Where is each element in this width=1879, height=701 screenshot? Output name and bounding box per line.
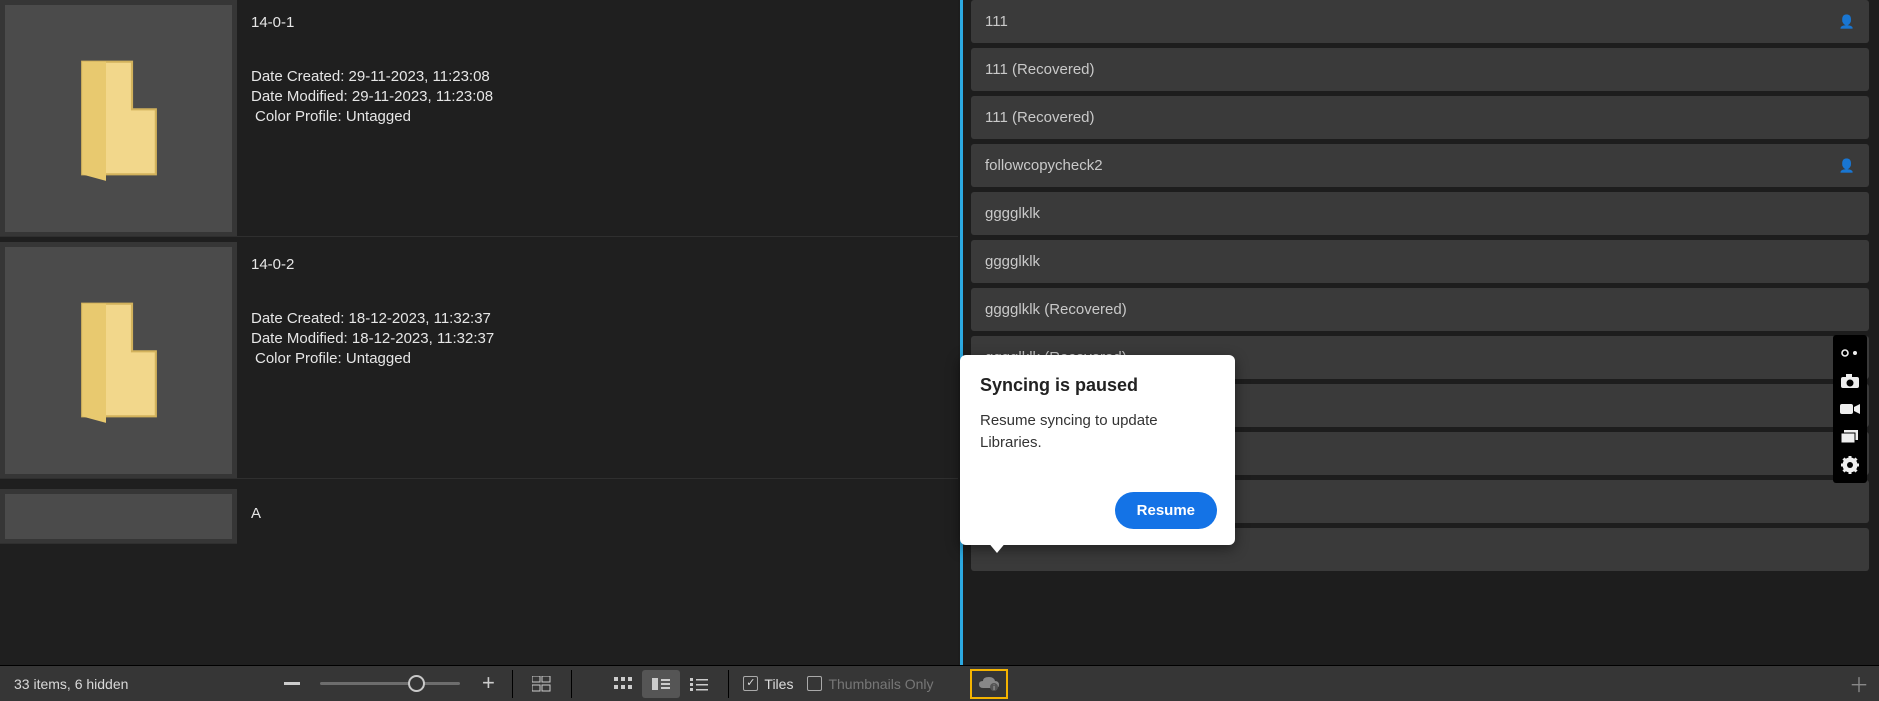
grid-icon <box>614 677 632 691</box>
shared-icon: 👤 <box>1839 14 1855 30</box>
sort-grid-icon <box>532 676 552 692</box>
folder-thumbnail <box>5 494 232 539</box>
gear-icon <box>1841 456 1859 474</box>
add-library-button[interactable]: ＋ <box>1849 669 1869 698</box>
thumbnails-only-row[interactable]: Thumbnails Only <box>807 676 933 692</box>
color-profile: Color Profile: Untagged <box>251 349 958 369</box>
folder-thumbnail <box>5 247 232 474</box>
settings-tool-button[interactable] <box>1835 453 1865 477</box>
library-item[interactable]: 111 (Recovered) <box>971 48 1869 91</box>
cloud-alert-icon: i <box>978 676 1000 692</box>
file-item[interactable]: A <box>0 489 958 544</box>
list-icon <box>690 677 708 691</box>
popup-title: Syncing is paused <box>980 375 1215 396</box>
date-modified: Date Modified: 29-11-2023, 11:23:08 <box>251 87 958 107</box>
item-count: 33 items, 6 hidden <box>14 676 128 692</box>
file-name: 14-0-1 <box>251 14 958 31</box>
camera-tool-button[interactable] <box>1835 369 1865 393</box>
floating-toolbar: ⋯ <box>1833 335 1867 483</box>
link-icon: ⋯ <box>1840 347 1860 359</box>
library-name: 111 <box>985 13 1008 30</box>
view-details-button[interactable] <box>642 670 680 698</box>
popup-arrow <box>987 541 1007 553</box>
file-item[interactable]: 14-0-1 Date Created: 29-11-2023, 11:23:0… <box>0 0 958 237</box>
date-created: Date Created: 29-11-2023, 11:23:08 <box>251 67 958 87</box>
thumbnails-only-checkbox[interactable] <box>807 676 822 691</box>
library-name: gggglklk <box>985 253 1040 270</box>
library-item[interactable]: 111 👤 <box>971 0 1869 43</box>
details-icon <box>652 677 670 691</box>
date-created: Date Created: 18-12-2023, 11:32:37 <box>251 309 958 329</box>
library-item[interactable]: gggglklk <box>971 240 1869 283</box>
sync-paused-popup: Syncing is paused Resume syncing to upda… <box>960 355 1235 545</box>
window-tool-button[interactable] <box>1835 425 1865 449</box>
library-item[interactable]: 111 (Recovered) <box>971 96 1869 139</box>
shared-icon: 👤 <box>1839 158 1855 174</box>
library-name: 111 (Recovered) <box>985 109 1095 126</box>
libraries-bottom-bar: i ＋ <box>958 665 1879 701</box>
folder-icon <box>74 295 164 425</box>
camera-icon <box>1840 373 1860 389</box>
thumbnail-cell <box>0 242 237 478</box>
view-grid-button[interactable] <box>604 670 642 698</box>
file-metadata: A <box>237 489 958 544</box>
file-item[interactable]: 14-0-2 Date Created: 18-12-2023, 11:32:3… <box>0 242 958 479</box>
link-tool-button[interactable]: ⋯ <box>1835 341 1865 365</box>
zoom-slider-thumb[interactable] <box>408 675 425 692</box>
color-profile: Color Profile: Untagged <box>251 107 958 127</box>
library-item[interactable]: gggglklk <box>971 192 1869 235</box>
zoom-slider[interactable] <box>320 682 460 685</box>
windows-icon <box>1841 430 1859 444</box>
tiles-checkbox-row[interactable]: Tiles <box>743 676 793 692</box>
popup-message: Resume syncing to update Libraries. <box>980 410 1215 454</box>
tiles-checkbox[interactable] <box>743 676 758 691</box>
thumbnail-cell <box>0 0 237 236</box>
library-item[interactable]: followcopycheck2 👤 <box>971 144 1869 187</box>
thumbnails-only-label: Thumbnails Only <box>828 676 933 692</box>
zoom-controls <box>278 670 502 698</box>
view-list-button[interactable] <box>680 670 718 698</box>
thumbnail-cell <box>0 489 237 544</box>
library-name: gggglklk (Recovered) <box>985 301 1127 318</box>
zoom-out-button[interactable] <box>278 670 306 698</box>
date-modified: Date Modified: 18-12-2023, 11:32:37 <box>251 329 958 349</box>
video-icon <box>1840 402 1860 416</box>
file-metadata: 14-0-2 Date Created: 18-12-2023, 11:32:3… <box>237 242 958 478</box>
tiles-label: Tiles <box>764 676 793 692</box>
content-area: 14-0-1 Date Created: 29-11-2023, 11:23:0… <box>0 0 958 549</box>
library-name: followcopycheck2 <box>985 157 1103 174</box>
libraries-panel: 111 👤 111 (Recovered) 111 (Recovered) fo… <box>958 0 1879 701</box>
file-metadata: 14-0-1 Date Created: 29-11-2023, 11:23:0… <box>237 0 958 236</box>
zoom-in-button[interactable] <box>474 670 502 698</box>
sync-status-button[interactable]: i <box>970 669 1008 699</box>
folder-thumbnail <box>5 5 232 232</box>
view-mode-group <box>604 670 718 698</box>
library-item[interactable]: gggglklk (Recovered) <box>971 288 1869 331</box>
library-name: 111 (Recovered) <box>985 61 1095 78</box>
video-tool-button[interactable] <box>1835 397 1865 421</box>
folder-icon <box>74 53 164 183</box>
view-sort-button[interactable] <box>523 670 561 698</box>
library-name: gggglklk <box>985 205 1040 222</box>
resume-button[interactable]: Resume <box>1115 492 1217 529</box>
file-name: 14-0-2 <box>251 256 958 273</box>
file-name: A <box>251 505 958 522</box>
status-bar: 33 items, 6 hidden Tiles <box>0 665 958 701</box>
